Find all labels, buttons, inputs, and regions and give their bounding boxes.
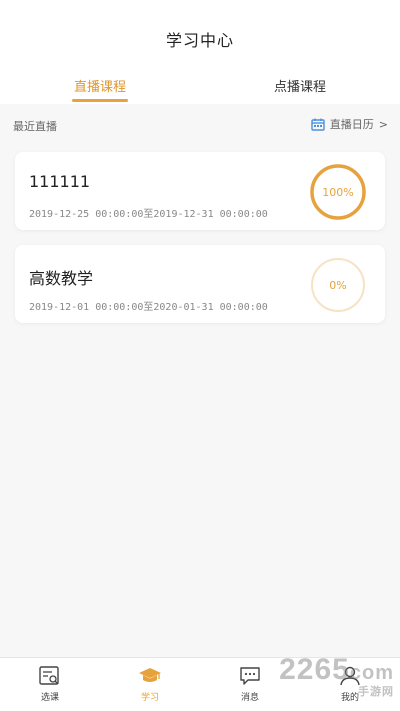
- course-date-range: 2019-12-25 00:00:00至2019-12-31 00:00:00: [29, 209, 268, 220]
- active-tab-indicator: [72, 99, 128, 102]
- course-card[interactable]: 高数教学 2019-12-01 00:00:00至2020-01-31 00:0…: [15, 245, 385, 323]
- course-date-range: 2019-12-01 00:00:00至2020-01-31 00:00:00: [29, 302, 268, 313]
- progress-label: 100%: [322, 186, 353, 199]
- nav-item-profile[interactable]: 我的: [320, 665, 380, 703]
- course-tabs: 直播课程 点播课程: [0, 64, 400, 104]
- course-card[interactable]: 111111 2019-12-25 00:00:00至2019-12-31 00…: [15, 152, 385, 230]
- progress-label: 0%: [329, 279, 346, 292]
- page-title: 学习中心: [165, 31, 234, 50]
- nav-label: 学习: [140, 693, 159, 703]
- tab-on-demand-courses[interactable]: 点播课程: [250, 76, 350, 95]
- section-title: 最近直播: [13, 120, 57, 133]
- nav-item-course-select[interactable]: 选课: [20, 665, 80, 703]
- app-header: 学习中心: [0, 0, 400, 64]
- progress-ring: 100%: [310, 164, 366, 220]
- bottom-navigation: 选课 学习 消息 我的: [0, 657, 400, 711]
- tab-live-courses[interactable]: 直播课程: [50, 76, 150, 95]
- graduation-cap-icon: [139, 668, 161, 682]
- progress-ring: 0%: [311, 258, 365, 312]
- nav-label: 我的: [340, 693, 359, 703]
- user-icon: [340, 666, 360, 686]
- nav-label: 选课: [40, 693, 59, 703]
- nav-item-study[interactable]: 学习: [120, 665, 180, 703]
- recent-live-section-header: 最近直播 直播日历 >: [0, 104, 400, 146]
- calendar-icon: [311, 118, 325, 131]
- course-title: 高数教学: [29, 269, 94, 288]
- course-select-icon: [39, 666, 59, 685]
- chevron-right-icon: >: [378, 117, 388, 131]
- course-title: 111111: [29, 172, 91, 191]
- nav-label: 消息: [240, 693, 259, 703]
- calendar-label: 直播日历: [329, 118, 374, 131]
- message-icon: [240, 667, 260, 685]
- nav-item-messages[interactable]: 消息: [220, 665, 280, 703]
- live-calendar-link[interactable]: 直播日历 >: [311, 116, 388, 132]
